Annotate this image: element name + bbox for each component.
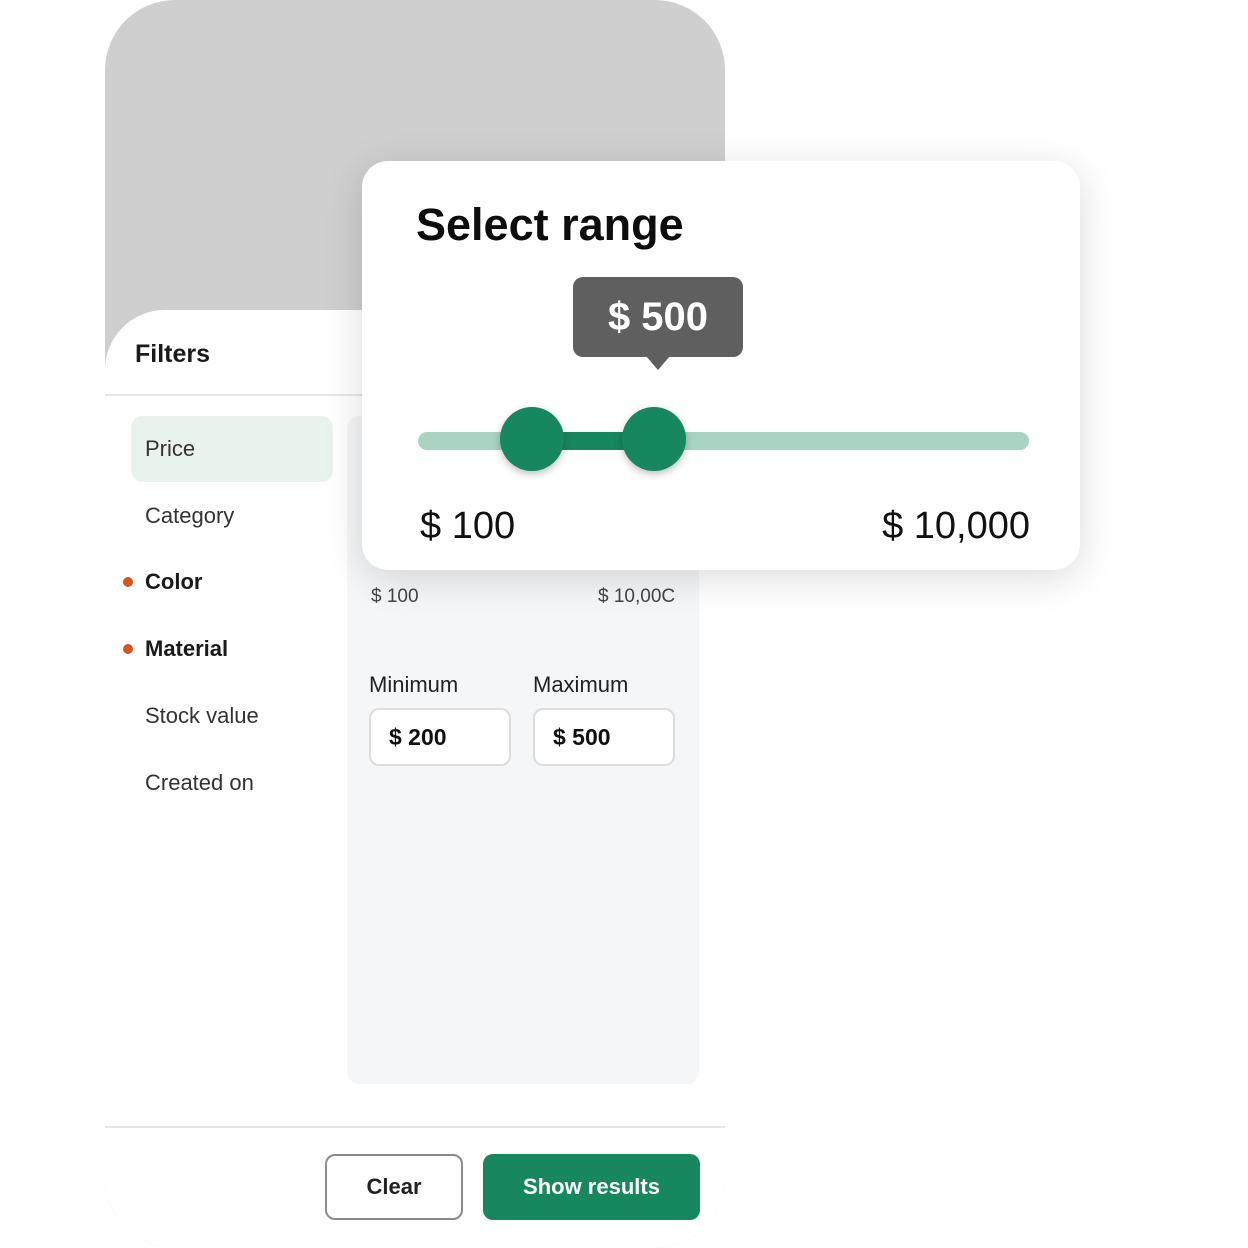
filter-item-color[interactable]: Color — [123, 549, 333, 615]
tooltip-pointer — [646, 356, 670, 370]
filter-item-label: Price — [145, 436, 196, 461]
select-range-title: Select range — [416, 199, 684, 250]
filter-item-stock-value[interactable]: Stock value — [131, 683, 333, 749]
panel-scale-max: $ 10,00C — [598, 586, 676, 607]
filter-item-label: Color — [145, 569, 203, 594]
footer-divider — [105, 1126, 725, 1128]
filter-item-category[interactable]: Category — [131, 483, 333, 549]
minimum-input[interactable]: $ 200 — [369, 708, 511, 766]
filter-item-label: Stock value — [145, 703, 259, 728]
modified-dot-icon — [123, 644, 133, 654]
filter-item-created-on[interactable]: Created on — [131, 750, 333, 816]
filter-item-label: Created on — [145, 770, 254, 795]
show-results-button[interactable]: Show results — [483, 1154, 700, 1220]
range-min-label: $ 100 — [420, 505, 516, 547]
maximum-label: Maximum — [533, 672, 629, 697]
value-tooltip: $ 500 — [573, 277, 743, 357]
range-thumb-min[interactable] — [500, 407, 565, 471]
filter-item-label: Category — [145, 503, 235, 528]
filter-item-price[interactable]: Price — [131, 416, 333, 482]
filter-item-label: Material — [145, 636, 229, 661]
filter-item-material[interactable]: Material — [123, 616, 333, 682]
range-thumb-max[interactable] — [621, 407, 686, 471]
clear-button[interactable]: Clear — [325, 1154, 463, 1220]
filters-title: Filters — [135, 340, 211, 368]
maximum-input[interactable]: $ 500 — [533, 708, 675, 766]
panel-scale-min: $ 100 — [371, 586, 419, 607]
range-max-label: $ 10,000 — [882, 505, 1030, 547]
modified-dot-icon — [123, 577, 133, 587]
select-range-card: Select range $ 500 $ 100 $ 10,000 — [362, 161, 1080, 570]
minimum-label: Minimum — [369, 672, 459, 697]
